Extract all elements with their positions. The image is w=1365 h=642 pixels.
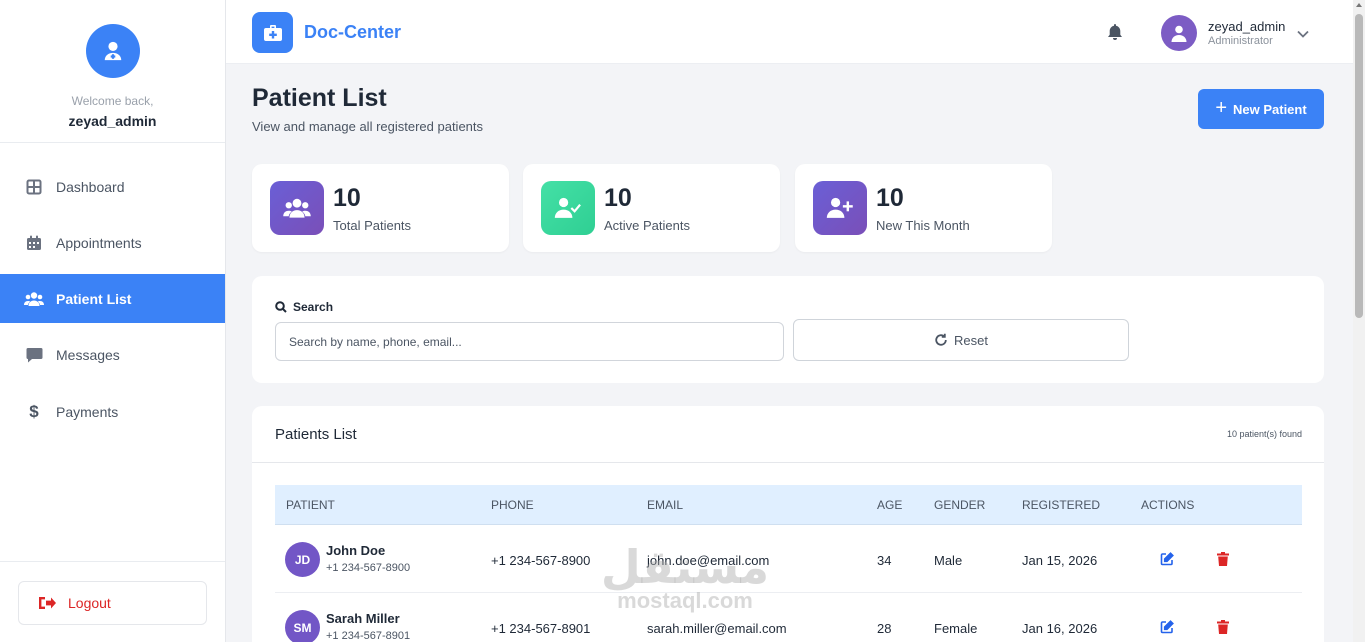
stat-label: Total Patients: [333, 218, 412, 233]
logout-icon: [38, 596, 56, 610]
search-label-text: Search: [293, 300, 334, 314]
stat-value: 10: [876, 184, 904, 212]
table-row[interactable]: JD John Doe +1 234-567-8900 +1 234-567-8…: [275, 525, 1302, 593]
stat-card-active: 10 Active Patients: [523, 164, 780, 252]
stat-card-new: 10 New This Month: [795, 164, 1052, 252]
user-plus-icon: [813, 181, 867, 235]
sidebar-footer: Logout: [0, 561, 225, 642]
patient-phone: +1 234-567-8900: [491, 553, 591, 568]
logout-label: Logout: [68, 595, 111, 611]
stat-card-total: 10 Total Patients: [252, 164, 509, 252]
stat-value: 10: [333, 184, 361, 212]
patients-table-card: Patients List 10 patient(s) found PATIEN…: [252, 406, 1324, 642]
patient-age: 34: [877, 553, 892, 568]
doctor-avatar-icon: [85, 24, 140, 78]
users-icon: [24, 290, 44, 308]
delete-icon[interactable]: [1217, 552, 1229, 571]
patient-email: sarah.miller@email.com: [647, 621, 787, 636]
grid-icon: [24, 178, 44, 196]
patient-name[interactable]: John Doe: [326, 543, 385, 558]
patient-age: 28: [877, 621, 892, 636]
header-age[interactable]: AGE: [877, 498, 902, 512]
sidebar-username: zeyad_admin: [68, 113, 157, 129]
sidebar-item-patient-list[interactable]: Patient List: [0, 274, 225, 323]
medical-kit-icon: [252, 12, 293, 53]
page-subtitle: View and manage all registered patients: [252, 119, 484, 134]
patient-registered: Jan 16, 2026: [1022, 621, 1098, 636]
header-actions: ACTIONS: [1141, 498, 1195, 512]
stat-value: 10: [604, 184, 632, 212]
chevron-down-icon[interactable]: [1297, 25, 1309, 43]
search-card: Search Reset: [252, 276, 1324, 383]
search-label: Search: [275, 300, 333, 314]
refresh-icon: [935, 333, 947, 346]
header-phone[interactable]: PHONE: [491, 498, 534, 512]
topbar-user-role: Administrator: [1208, 35, 1273, 47]
topbar-username[interactable]: zeyad_admin: [1208, 19, 1285, 34]
patient-email: john.doe@email.com: [647, 553, 770, 568]
table-row[interactable]: SM Sarah Miller +1 234-567-8901 +1 234-5…: [275, 593, 1302, 642]
reset-button[interactable]: Reset: [793, 319, 1129, 361]
new-patient-label: New Patient: [1233, 101, 1307, 117]
patient-subphone: +1 234-567-8900: [326, 562, 411, 574]
sidebar-item-label: Payments: [56, 403, 119, 420]
plus-icon: +: [1215, 97, 1227, 119]
avatar: JD: [285, 542, 320, 577]
search-icon: [275, 301, 287, 313]
dollar-icon: $: [29, 401, 39, 421]
sidebar-item-label: Messages: [56, 346, 120, 363]
new-patient-button[interactable]: + New Patient: [1198, 89, 1324, 129]
sidebar-profile: Welcome back, zeyad_admin: [0, 0, 225, 143]
sidebar-item-messages[interactable]: Messages: [0, 330, 225, 379]
header-patient[interactable]: PATIENT: [286, 498, 335, 512]
users-icon: [270, 181, 324, 235]
sidebar-item-appointments[interactable]: Appointments: [0, 218, 225, 267]
sidebar-item-dashboard[interactable]: Dashboard: [0, 162, 225, 211]
page-title: Patient List: [252, 84, 387, 112]
stat-label: Active Patients: [604, 218, 690, 233]
stat-label: New This Month: [876, 218, 970, 233]
divider: [252, 462, 1324, 463]
sidebar-item-payments[interactable]: $ Payments: [0, 387, 225, 436]
edit-icon[interactable]: [1160, 552, 1174, 571]
welcome-text: Welcome back,: [71, 94, 154, 108]
table-title: Patients List: [275, 426, 357, 443]
header-gender[interactable]: GENDER: [934, 498, 985, 512]
user-avatar[interactable]: [1161, 15, 1197, 51]
patient-registered: Jan 15, 2026: [1022, 553, 1098, 568]
edit-icon[interactable]: [1160, 620, 1174, 639]
message-icon: [24, 346, 44, 364]
patient-phone: +1 234-567-8901: [491, 621, 591, 636]
bell-icon[interactable]: [1107, 23, 1123, 46]
patient-gender: Male: [934, 553, 963, 568]
scroll-up-arrow-icon[interactable]: [1356, 3, 1362, 7]
header-email[interactable]: EMAIL: [647, 498, 683, 512]
table-header: PATIENT PHONE EMAIL AGE GENDER REGISTERE…: [275, 485, 1302, 525]
patient-gender: Female: [934, 621, 978, 636]
sidebar: Welcome back, zeyad_admin Dashboard Appo…: [0, 0, 226, 642]
search-input[interactable]: [275, 322, 784, 361]
sidebar-item-label: Dashboard: [56, 178, 125, 195]
header-registered[interactable]: REGISTERED: [1022, 498, 1100, 512]
brand-name[interactable]: Doc-Center: [304, 22, 401, 43]
scrollbar-thumb[interactable]: [1355, 14, 1363, 318]
sidebar-item-label: Appointments: [56, 234, 142, 251]
topbar: Doc-Center zeyad_admin Administrator: [226, 0, 1353, 64]
reset-label: Reset: [954, 332, 988, 348]
delete-icon[interactable]: [1217, 620, 1229, 639]
patient-count: 10 patient(s) found: [1226, 429, 1302, 439]
sidebar-item-label: Patient List: [56, 290, 132, 307]
scrollbar[interactable]: [1353, 0, 1365, 642]
patient-subphone: +1 234-567-8901: [326, 630, 411, 642]
user-check-icon: [541, 181, 595, 235]
logout-button[interactable]: Logout: [18, 581, 207, 625]
patient-name[interactable]: Sarah Miller: [326, 611, 400, 626]
calendar-icon: [24, 234, 44, 252]
avatar: SM: [285, 610, 320, 642]
